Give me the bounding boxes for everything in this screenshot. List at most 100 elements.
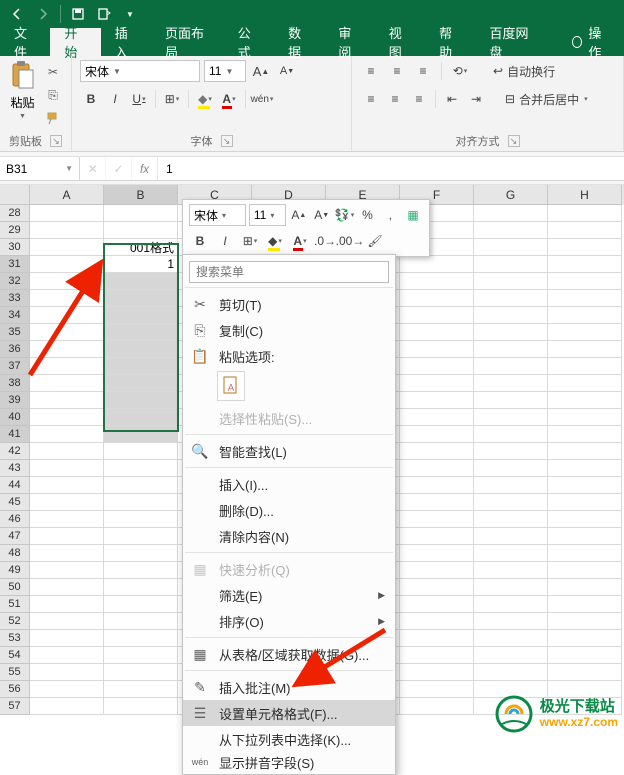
cell[interactable] <box>104 205 178 222</box>
cell[interactable] <box>400 290 474 307</box>
row-header[interactable]: 42 <box>0 443 30 460</box>
cell[interactable] <box>400 681 474 698</box>
cell[interactable] <box>474 664 548 681</box>
forward-icon[interactable] <box>34 5 52 23</box>
cell[interactable] <box>30 222 104 239</box>
cell[interactable] <box>400 358 474 375</box>
cell[interactable] <box>104 579 178 596</box>
paste-keep-source-icon[interactable]: A <box>217 371 245 401</box>
tab-review[interactable]: 审阅 <box>324 28 374 56</box>
cell[interactable] <box>548 579 622 596</box>
cell[interactable] <box>400 596 474 613</box>
cell[interactable] <box>474 562 548 579</box>
cell[interactable] <box>474 239 548 256</box>
cell[interactable] <box>30 494 104 511</box>
context-item-table[interactable]: ▦从表格/区域获取数据(G)... <box>183 641 395 667</box>
cell[interactable] <box>548 358 622 375</box>
cell[interactable] <box>548 511 622 528</box>
pinyin-button[interactable]: wén▾ <box>251 88 273 110</box>
cell[interactable] <box>400 307 474 324</box>
mini-increase-font-icon[interactable]: A▲ <box>289 204 309 226</box>
tab-view[interactable]: 视图 <box>375 28 425 56</box>
cell[interactable] <box>400 664 474 681</box>
mini-font-size[interactable]: 11▾ <box>249 204 286 226</box>
cell[interactable] <box>104 647 178 664</box>
row-header[interactable]: 47 <box>0 528 30 545</box>
cell[interactable] <box>474 290 548 307</box>
row-header[interactable]: 31 <box>0 256 30 273</box>
cell[interactable] <box>104 511 178 528</box>
column-header[interactable]: B <box>104 185 178 205</box>
cell[interactable] <box>30 460 104 477</box>
tab-formulas[interactable]: 公式 <box>224 28 274 56</box>
cell[interactable] <box>400 460 474 477</box>
save-icon[interactable] <box>69 5 87 23</box>
cell[interactable] <box>548 647 622 664</box>
cell[interactable] <box>30 341 104 358</box>
row-header[interactable]: 33 <box>0 290 30 307</box>
cell[interactable] <box>400 698 474 715</box>
cell[interactable] <box>474 375 548 392</box>
row-header[interactable]: 41 <box>0 426 30 443</box>
cell[interactable] <box>548 528 622 545</box>
row-header[interactable]: 28 <box>0 205 30 222</box>
cell[interactable] <box>548 630 622 647</box>
row-header[interactable]: 44 <box>0 477 30 494</box>
cell[interactable] <box>400 426 474 443</box>
cell[interactable] <box>548 222 622 239</box>
cell[interactable] <box>474 613 548 630</box>
cell[interactable] <box>400 341 474 358</box>
cell[interactable] <box>400 324 474 341</box>
mini-format-painter-icon[interactable]: 🖌 <box>364 230 386 252</box>
cell[interactable] <box>30 630 104 647</box>
dialog-launcher-icon[interactable]: ↘ <box>50 135 62 147</box>
mini-comma-icon[interactable]: , <box>380 204 400 226</box>
cell[interactable]: 001格式 <box>104 239 178 256</box>
cell[interactable] <box>30 358 104 375</box>
cell[interactable] <box>548 562 622 579</box>
cell[interactable] <box>548 664 622 681</box>
align-top-icon[interactable]: ≡ <box>360 60 382 82</box>
cell[interactable] <box>548 613 622 630</box>
formula-input[interactable]: 1 <box>158 157 624 180</box>
tab-help[interactable]: 帮助 <box>425 28 475 56</box>
cell[interactable] <box>474 205 548 222</box>
cell[interactable] <box>30 647 104 664</box>
mini-font-name[interactable]: 宋体▾ <box>189 204 246 226</box>
fill-color-button[interactable]: ◆▾ <box>194 88 216 110</box>
cell[interactable] <box>30 528 104 545</box>
cell[interactable] <box>400 494 474 511</box>
bold-button[interactable]: B <box>80 88 102 110</box>
row-header[interactable]: 55 <box>0 664 30 681</box>
cell[interactable] <box>30 409 104 426</box>
font-name-combo[interactable]: 宋体▼ <box>80 60 200 82</box>
row-header[interactable]: 54 <box>0 647 30 664</box>
cell[interactable] <box>400 528 474 545</box>
cut-icon[interactable]: ✂ <box>43 62 63 82</box>
row-header[interactable]: 48 <box>0 545 30 562</box>
cell[interactable] <box>30 698 104 715</box>
cell[interactable] <box>548 256 622 273</box>
align-middle-icon[interactable]: ≡ <box>386 60 408 82</box>
tab-baidu[interactable]: 百度网盘 <box>475 28 548 56</box>
cell[interactable] <box>548 494 622 511</box>
tab-layout[interactable]: 页面布局 <box>151 28 224 56</box>
orientation-icon[interactable]: ⟲▾ <box>449 60 471 82</box>
cell[interactable] <box>548 290 622 307</box>
cell[interactable] <box>548 460 622 477</box>
cell[interactable] <box>400 443 474 460</box>
cell[interactable] <box>104 307 178 324</box>
cell[interactable] <box>548 545 622 562</box>
align-left-icon[interactable]: ≡ <box>360 88 382 110</box>
dialog-launcher-icon[interactable]: ↘ <box>508 135 520 147</box>
cell[interactable] <box>104 392 178 409</box>
cell[interactable] <box>30 613 104 630</box>
font-size-combo[interactable]: 11▼ <box>204 60 246 82</box>
context-item-delete[interactable]: 删除(D)... <box>183 497 395 523</box>
row-header[interactable]: 52 <box>0 613 30 630</box>
cell[interactable] <box>104 613 178 630</box>
cell[interactable] <box>400 545 474 562</box>
cell[interactable] <box>548 273 622 290</box>
touch-icon[interactable] <box>95 5 113 23</box>
context-item-sort[interactable]: 排序(O)▶ <box>183 608 395 634</box>
